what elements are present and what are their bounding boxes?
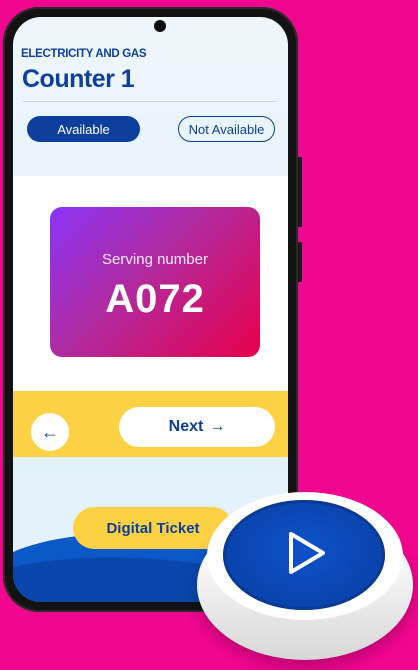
serving-number-value: A072 — [105, 277, 205, 321]
serving-number-label: Serving number — [102, 251, 208, 268]
device-push-button[interactable] — [223, 500, 385, 610]
next-button[interactable]: Next → — [119, 407, 275, 447]
volume-button — [298, 157, 302, 227]
smart-button-device — [197, 490, 413, 662]
next-button-label: Next — [168, 418, 204, 435]
power-button — [298, 242, 302, 282]
counter-category: ELECTRICITY AND GAS — [21, 48, 147, 60]
arrow-left-icon: ← — [41, 421, 59, 442]
serving-number-card: Serving number A072 — [50, 207, 260, 357]
available-button[interactable]: Available — [27, 116, 140, 142]
play-icon — [289, 532, 325, 574]
camera-icon — [154, 20, 166, 32]
header-divider — [23, 101, 276, 102]
page-title: Counter 1 — [22, 65, 135, 93]
back-button[interactable]: ← — [31, 413, 69, 451]
not-available-button[interactable]: Not Available — [178, 116, 275, 142]
arrow-right-icon: → — [209, 418, 226, 435]
